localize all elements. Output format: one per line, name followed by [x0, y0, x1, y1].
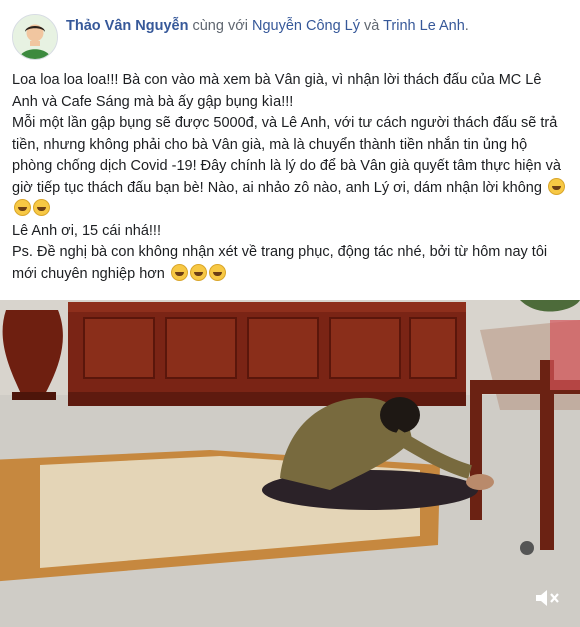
grinning-face-icon [33, 199, 50, 216]
post-paragraph-text: Ps. Đề nghị bà con không nhận xét về tra… [12, 244, 548, 282]
period-text: . [464, 18, 469, 34]
post-paragraph: Lê Anh ơi, 15 cái nhá!!! [12, 222, 161, 239]
post-paragraph: Loa loa loa loa!!! Bà con vào mà xem bà … [12, 72, 542, 110]
with-text: cùng với [188, 18, 252, 34]
video-player[interactable] [0, 300, 580, 627]
avatar-image [13, 15, 57, 59]
tagged-friend-link-2[interactable]: Trinh Le Anh [383, 18, 465, 34]
author-avatar[interactable] [12, 14, 58, 60]
grinning-face-icon [189, 263, 207, 281]
post-header: Thảo Vân Nguyễn cùng với Nguyễn Công Lý … [0, 0, 580, 62]
grinning-face-icon [14, 199, 31, 216]
grinning-face-icon [170, 263, 188, 281]
grinning-face-icon [547, 177, 565, 195]
speaker-muted-icon[interactable] [534, 587, 560, 609]
author-name-link[interactable]: Thảo Vân Nguyễn [66, 18, 188, 34]
grinning-face-icon [208, 263, 226, 281]
post-paragraph-with-emoji: Ps. Đề nghị bà con không nhận xét về tra… [12, 242, 568, 285]
post-body: Loa loa loa loa!!! Bà con vào mà xem bà … [12, 70, 568, 285]
and-text: và [360, 18, 384, 34]
video-frame [0, 300, 580, 627]
post-author-line: Thảo Vân Nguyễn cùng với Nguyễn Công Lý … [66, 18, 469, 34]
post-paragraph-text: Mỗi một lần gập bụng sẽ được 5000đ, và L… [12, 115, 561, 196]
facebook-post: Thảo Vân Nguyễn cùng với Nguyễn Công Lý … [0, 0, 580, 627]
tagged-friend-link-1[interactable]: Nguyễn Công Lý [252, 18, 360, 34]
post-paragraph-with-emoji: Mỗi một lần gập bụng sẽ được 5000đ, và L… [12, 113, 568, 221]
